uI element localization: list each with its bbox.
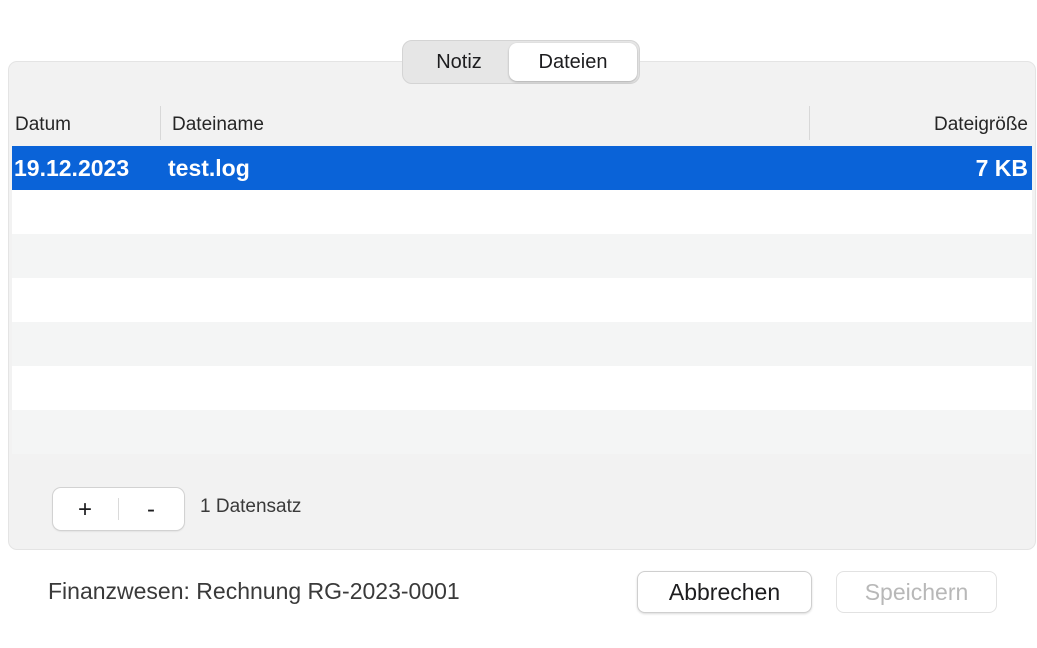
tab-notiz[interactable]: Notiz: [407, 43, 511, 81]
record-count: 1 Datensatz: [200, 496, 302, 517]
empty-row: [12, 410, 1032, 454]
add-file-button[interactable]: +: [53, 488, 117, 530]
context-label: Finanzwesen: Rechnung RG-2023-0001: [48, 578, 460, 604]
column-divider[interactable]: [160, 106, 161, 140]
empty-row: [12, 322, 1032, 366]
file-attachments-dialog: Notiz Dateien Datum Dateiname Dateigröße…: [0, 0, 1037, 648]
tab-bar: Notiz Dateien: [402, 40, 640, 84]
tab-dateien[interactable]: Dateien: [509, 43, 637, 81]
files-table: Datum Dateiname Dateigröße 19.12.2023 te…: [12, 100, 1032, 456]
column-header-filename[interactable]: Dateiname: [172, 100, 264, 146]
empty-row: [12, 278, 1032, 322]
column-header-filesize[interactable]: Dateigröße: [934, 100, 1028, 146]
column-header-date[interactable]: Datum: [15, 100, 71, 146]
cell-filesize: 7 KB: [975, 155, 1028, 181]
table-row[interactable]: 19.12.2023 test.log 7 KB: [12, 146, 1032, 190]
empty-row: [12, 190, 1032, 234]
empty-row: [12, 234, 1032, 278]
cell-filename: test.log: [168, 155, 250, 181]
cancel-button[interactable]: Abbrechen: [637, 571, 812, 613]
empty-row: [12, 366, 1032, 410]
add-remove-control: + -: [53, 488, 184, 530]
table-header: Datum Dateiname Dateigröße: [12, 100, 1032, 146]
column-divider[interactable]: [809, 106, 810, 140]
remove-file-button[interactable]: -: [119, 488, 183, 530]
save-button[interactable]: Speichern: [836, 571, 997, 613]
cell-date: 19.12.2023: [14, 155, 130, 181]
